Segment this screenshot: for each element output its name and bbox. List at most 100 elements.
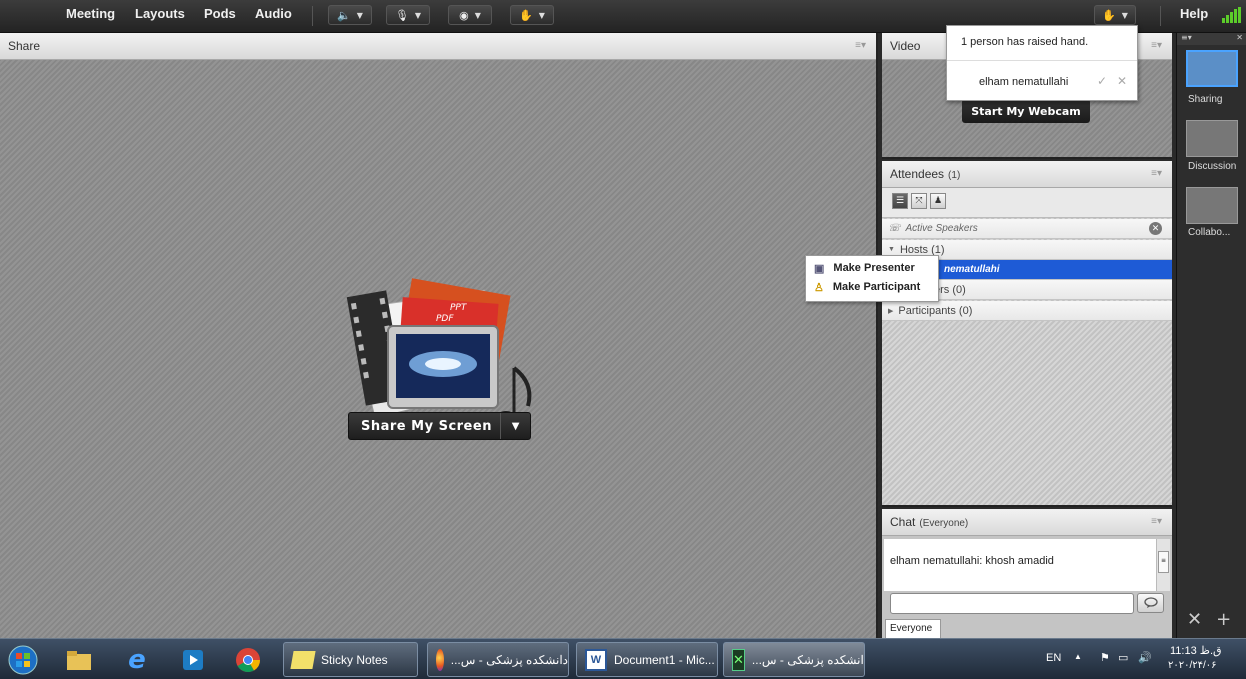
make-presenter-menu-item[interactable]: ▣ Make Presenter bbox=[814, 259, 915, 277]
internet-explorer-icon[interactable]: e bbox=[120, 643, 154, 677]
connect-app-icon: ✕ bbox=[732, 648, 745, 671]
make-participant-menu-item[interactable]: ♙ Make Participant bbox=[814, 278, 920, 296]
microphone-button[interactable]: 🎙 ▼ bbox=[386, 5, 430, 25]
layout-sharing-label[interactable]: Sharing bbox=[1188, 94, 1222, 105]
share-pod-title: Share bbox=[8, 39, 41, 53]
volume-icon[interactable]: 🔊 bbox=[1138, 651, 1152, 664]
action-center-flag-icon[interactable]: ⚑ bbox=[1100, 651, 1110, 664]
speakers-icon: ☏ bbox=[888, 223, 901, 234]
clock-time[interactable]: 11:13 ق.ظ bbox=[1170, 644, 1222, 657]
status-button[interactable]: ✋ ▼ bbox=[1094, 5, 1136, 25]
chat-tab-everyone[interactable]: Everyone bbox=[885, 619, 941, 638]
attendees-pod: Attendees (1) ≡▾ ☰ ⤧ ♟ ☏ Active Speakers … bbox=[882, 161, 1172, 507]
list-view-icon[interactable]: ☰ bbox=[892, 193, 908, 209]
chat-pod-header: Chat (Everyone) ≡▾ bbox=[882, 509, 1172, 536]
chat-pod: Chat (Everyone) ≡▾ elham nematullahi: kho… bbox=[882, 509, 1172, 638]
hand-icon: ✋ bbox=[519, 8, 533, 22]
layout-discussion-label[interactable]: Discussion bbox=[1188, 161, 1236, 172]
participant-icon: ♙ bbox=[814, 281, 824, 294]
collapsed-triangle-icon: ▶ bbox=[888, 307, 894, 315]
pod-options-icon[interactable]: ≡▾ bbox=[855, 40, 866, 51]
layout-collaboration-thumb[interactable] bbox=[1186, 187, 1238, 224]
chat-title-text: Chat bbox=[890, 515, 916, 529]
clock-date[interactable]: ۲۰۲۰/۲۴/۰۶ bbox=[1168, 660, 1217, 671]
dismiss-close-icon[interactable]: ✕ bbox=[1117, 74, 1127, 88]
raised-hand-notification: 1 person has raised hand. elham nematull… bbox=[946, 25, 1138, 101]
raised-hand-person: elham nematullahi bbox=[979, 76, 1069, 88]
breakout-view-icon[interactable]: ♟ bbox=[930, 193, 946, 209]
menu-help[interactable]: Help bbox=[1180, 6, 1208, 21]
expand-triangle-icon: ▼ bbox=[888, 246, 895, 253]
chat-message-text: khosh amadid bbox=[982, 555, 1054, 567]
firefox-icon bbox=[436, 648, 444, 671]
taskbar-firefox-window[interactable]: ...دانشکده پزشکی - س bbox=[427, 642, 569, 677]
taskbar-word-document[interactable]: W Document1 - Mic... bbox=[576, 642, 718, 677]
attendee-count: (1) bbox=[948, 170, 961, 181]
layouts-tools: ✕ + bbox=[1187, 609, 1231, 630]
taskbar-connect-window[interactable]: ✕ ...دانشکده پزشکی - س bbox=[723, 642, 865, 677]
active-speakers-label: Active Speakers bbox=[905, 223, 978, 234]
participants-group-row[interactable]: ▶ Participants (0) bbox=[882, 301, 1172, 321]
taskbar-sticky-notes[interactable]: Sticky Notes bbox=[283, 642, 418, 677]
taskbar-sticky-notes-label: Sticky Notes bbox=[321, 652, 388, 667]
attendee-context-menu: ▣ Make Presenter ♙ Make Participant bbox=[805, 255, 939, 302]
menu-layouts[interactable]: Layouts bbox=[135, 6, 185, 21]
system-tray: EN ▲ ⚑ ▭ 🔊 11:13 ق.ظ ۲۰۲۰/۲۴/۰۶ bbox=[1040, 639, 1246, 679]
close-icon[interactable]: ✕ bbox=[1236, 33, 1246, 42]
tools-icon[interactable]: ✕ bbox=[1187, 609, 1202, 630]
start-webcam-button[interactable]: Start My Webcam bbox=[962, 99, 1090, 123]
video-pod-title: Video bbox=[890, 39, 921, 53]
start-button[interactable] bbox=[6, 643, 40, 677]
chevron-down-icon: ▼ bbox=[414, 10, 422, 20]
status-view-icon[interactable]: ⤧ bbox=[911, 193, 927, 209]
chat-scrollbar[interactable]: ≡ bbox=[1156, 539, 1170, 591]
layouts-bar: ≡▾ ✕ Sharing Discussion Collabo... ✕ + bbox=[1176, 33, 1246, 638]
close-icon[interactable]: ✕ bbox=[1149, 222, 1162, 235]
layout-collaboration-label[interactable]: Collabo... bbox=[1188, 227, 1230, 238]
webcam-icon: ◉ bbox=[459, 8, 469, 22]
pod-options-icon[interactable]: ≡▾ bbox=[1151, 516, 1162, 527]
show-hidden-icons-icon[interactable]: ▲ bbox=[1074, 652, 1082, 661]
share-my-screen-button[interactable]: Share My Screen ▼ bbox=[348, 412, 531, 440]
webcam-toggle-button[interactable]: ◉ ▼ bbox=[448, 5, 492, 25]
chat-scope: (Everyone) bbox=[919, 518, 969, 529]
menu-meeting[interactable]: Meeting bbox=[66, 6, 115, 21]
chevron-down-icon: ▼ bbox=[538, 10, 545, 20]
chevron-down-icon: ▼ bbox=[474, 10, 481, 20]
chevron-down-icon: ▼ bbox=[1121, 10, 1128, 20]
media-player-icon[interactable] bbox=[176, 643, 210, 677]
chevron-down-icon[interactable]: ▼ bbox=[500, 413, 530, 439]
share-pod: Share ≡▾ PPT PDF Share My Screen ▼ bbox=[0, 33, 878, 638]
chat-message-sender: elham nematullahi: bbox=[890, 555, 983, 567]
active-speakers-row: ☏ Active Speakers ✕ bbox=[882, 219, 1172, 239]
pdf-label: PDF bbox=[436, 314, 454, 324]
status-hand-icon: ✋ bbox=[1102, 8, 1116, 22]
speaker-button[interactable]: 🔈 ▼ bbox=[328, 5, 372, 25]
menu-pods[interactable]: Pods bbox=[204, 6, 236, 21]
pod-options-icon[interactable]: ≡▾ bbox=[1151, 168, 1162, 179]
add-layout-icon[interactable]: + bbox=[1216, 609, 1231, 630]
chat-input[interactable] bbox=[890, 593, 1134, 614]
language-indicator[interactable]: EN bbox=[1046, 652, 1061, 664]
send-message-button[interactable] bbox=[1137, 593, 1164, 613]
participants-label: Participants (0) bbox=[898, 304, 973, 317]
layout-discussion-thumb[interactable] bbox=[1186, 120, 1238, 157]
layout-sharing-thumb[interactable] bbox=[1186, 50, 1238, 87]
notification-message: 1 person has raised hand. bbox=[961, 36, 1089, 48]
hosts-label: Hosts (1) bbox=[899, 243, 945, 256]
layouts-bar-menu[interactable]: ≡▾ ✕ bbox=[1177, 33, 1246, 45]
speech-bubble-icon bbox=[1143, 597, 1158, 608]
divider bbox=[947, 60, 1137, 61]
chrome-icon[interactable] bbox=[231, 643, 265, 677]
taskbar-firefox-label: ...دانشکده پزشکی - س bbox=[450, 652, 568, 667]
windows-taskbar: e Sticky Notes ...دانشکده پزشکی - س W Do… bbox=[0, 638, 1246, 679]
raise-hand-button[interactable]: ✋ ▼ bbox=[510, 5, 554, 25]
connection-strength-icon bbox=[1222, 7, 1241, 23]
menu-audio[interactable]: Audio bbox=[255, 6, 292, 21]
accept-check-icon[interactable]: ✓ bbox=[1097, 74, 1107, 88]
file-explorer-icon[interactable] bbox=[62, 643, 96, 677]
network-icon[interactable]: ▭ bbox=[1118, 651, 1128, 664]
scrollbar-thumb[interactable]: ≡ bbox=[1158, 551, 1169, 573]
chevron-down-icon: ▼ bbox=[356, 10, 363, 20]
pod-options-icon[interactable]: ≡▾ bbox=[1151, 40, 1162, 51]
